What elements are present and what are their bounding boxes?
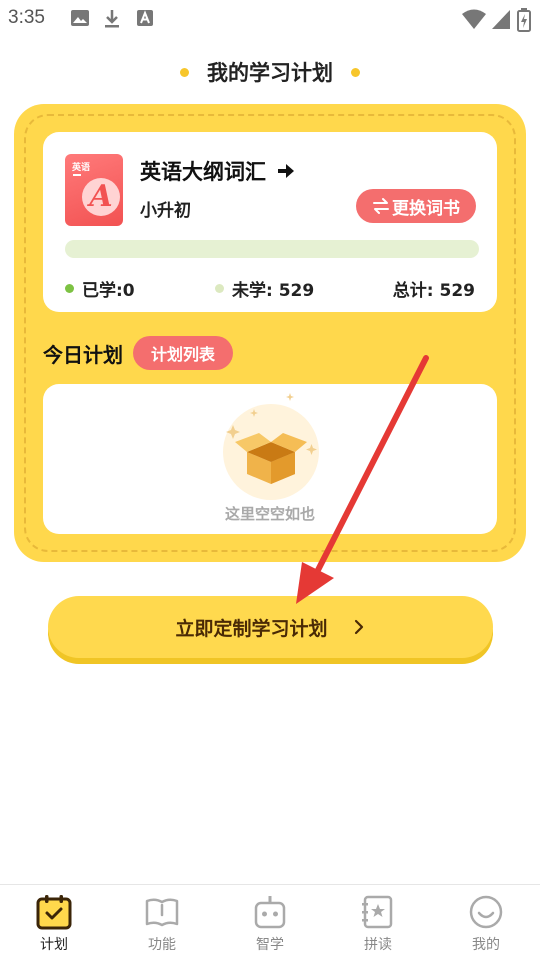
nav-label-functions: 功能 bbox=[148, 937, 176, 953]
book-open-icon bbox=[145, 898, 179, 927]
stat-learned: 已学:0 bbox=[65, 276, 135, 301]
calendar-check-icon bbox=[36, 895, 72, 930]
book-cover-line bbox=[73, 174, 81, 176]
swap-icon bbox=[373, 198, 389, 214]
nav-item-me[interactable]: 我的 bbox=[432, 893, 540, 957]
today-plan-empty-card: 这里空空如也 bbox=[43, 384, 497, 534]
book-level: 小升初 bbox=[140, 201, 191, 221]
word-book-card[interactable]: 英语 A 英语大纲词汇 小升初 更换词书 已学:0 未学: 529 总计: 52… bbox=[43, 132, 497, 312]
nav-item-plan[interactable]: 计划 bbox=[0, 893, 108, 957]
plan-list-button[interactable]: 计划列表 bbox=[133, 336, 234, 370]
change-book-button[interactable]: 更换词书 bbox=[356, 189, 476, 223]
nav-label-plan: 计划 bbox=[40, 937, 68, 953]
book-stats: 已学:0 未学: 529 总计: 529 bbox=[65, 276, 475, 301]
stat-learned-text: 已学:0 bbox=[82, 281, 135, 301]
status-bar: 3:35 bbox=[0, 0, 540, 38]
nav-item-smart-learn[interactable]: 智学 bbox=[216, 893, 324, 957]
page-title: 我的学习计划 bbox=[207, 61, 333, 85]
nav-label-smart-learn: 智学 bbox=[256, 937, 284, 953]
nav-label-me: 我的 bbox=[472, 937, 500, 953]
image-icon bbox=[71, 10, 89, 26]
customize-plan-button[interactable]: 立即定制学习计划 bbox=[48, 596, 493, 658]
stat-unlearned-text: 未学: 529 bbox=[232, 281, 315, 301]
signal-icon bbox=[492, 10, 510, 29]
customize-plan-label: 立即定制学习计划 bbox=[175, 617, 328, 640]
chevron-right-icon bbox=[354, 619, 363, 635]
book-name-row[interactable]: 英语大纲词汇 bbox=[140, 156, 296, 186]
stat-total-text: 总计: 529 bbox=[392, 281, 475, 301]
notebook-star-icon bbox=[362, 895, 393, 929]
empty-box-icon bbox=[223, 393, 319, 500]
book-name: 英语大纲词汇 bbox=[140, 160, 266, 184]
stat-unlearned: 未学: 529 bbox=[215, 276, 314, 301]
empty-state-text: 这里空空如也 bbox=[224, 505, 315, 523]
change-book-label: 更换词书 bbox=[392, 198, 460, 219]
arrow-right-icon bbox=[278, 164, 294, 178]
title-dot-right bbox=[351, 67, 360, 77]
wifi-icon bbox=[462, 9, 486, 29]
learned-dot bbox=[65, 284, 74, 293]
today-plan-row: 今日计划 计划列表 bbox=[43, 336, 234, 370]
battery-icon bbox=[517, 8, 531, 32]
stat-total: 总计: 529 bbox=[393, 276, 475, 301]
book-cover-label: 英语 bbox=[72, 163, 91, 173]
smiley-icon bbox=[469, 895, 503, 929]
book-cover-letter: A bbox=[82, 178, 120, 216]
status-time: 3:35 bbox=[8, 7, 45, 28]
title-dot-left bbox=[180, 67, 189, 77]
unlearned-dot bbox=[215, 284, 224, 293]
page-header: 我的学习计划 bbox=[0, 56, 540, 88]
nav-label-phonics: 拼读 bbox=[364, 937, 392, 953]
nav-item-functions[interactable]: 功能 bbox=[108, 893, 216, 957]
bottom-nav: 计划 功能 智学 拼读 我的 bbox=[0, 884, 540, 960]
robot-icon bbox=[254, 896, 286, 929]
today-plan-title: 今日计划 bbox=[43, 342, 123, 367]
download-icon bbox=[105, 10, 119, 28]
nav-item-phonics[interactable]: 拼读 bbox=[324, 893, 432, 957]
learning-progress-bar bbox=[65, 240, 479, 258]
book-cover: 英语 A bbox=[65, 154, 123, 226]
font-a-icon bbox=[137, 10, 153, 26]
